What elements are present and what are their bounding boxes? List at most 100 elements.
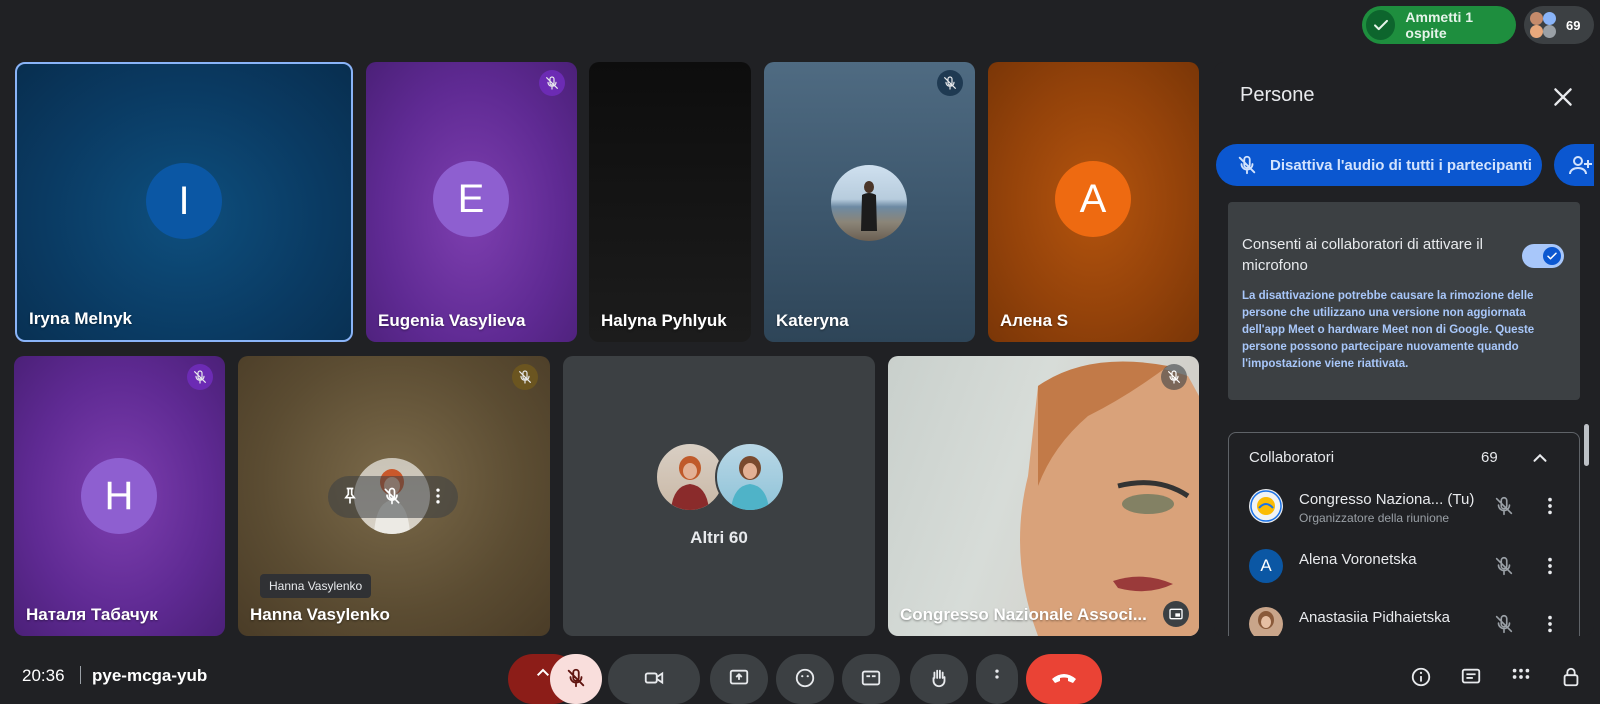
name-tooltip: Hanna Vasylenko [260,574,372,598]
host-controls-icon[interactable] [1560,666,1582,688]
meeting-time: 20:36 [22,666,65,685]
present-screen-button[interactable] [710,654,768,704]
divider [80,666,81,684]
emoji-icon [795,668,815,688]
tooltip-text: Hanna Vasylenko [269,579,363,593]
tile-natalya-tabachuk[interactable]: H Наталя Табачук [14,356,225,636]
chat-icon[interactable] [1460,666,1482,688]
list-item[interactable]: A Alena Voronetska [1249,549,1579,589]
participants-button[interactable]: 69 [1524,6,1594,44]
chevron-up-icon[interactable] [1529,447,1551,469]
others-count-label: Altri 60 [690,528,748,547]
person-role: Organizzatore della riunione [1299,511,1450,525]
avatar: I [146,163,222,239]
participant-name: Halyna Pyhlyuk [601,311,727,330]
avatar-initial: A [1079,176,1107,221]
mic-off-icon[interactable] [1493,555,1515,577]
mic-off-icon[interactable] [1493,613,1515,635]
mute-all-label: Disattiva l'audio di tutti i partecipant… [1270,156,1532,174]
mute-participant-icon[interactable] [382,486,402,506]
more-vert-icon[interactable] [1539,555,1561,577]
person-name: Anastasiia Pidhaietska [1299,609,1450,626]
self-video [888,356,1199,636]
chevron-up-icon [536,668,550,677]
avatar-initial: H [104,473,134,518]
panel-scrollbar[interactable] [1584,424,1589,466]
person-name: Alena Voronetska [1299,551,1417,568]
mic-off-icon [1236,154,1258,176]
tile-hanna-vasylenko[interactable]: Hanna Vasylenko Hanna Vasylenko [238,356,550,636]
videocam-icon [644,671,664,685]
panel-title: Persone [1240,84,1315,106]
section-count: 69 [1481,449,1498,466]
picture-in-picture-icon[interactable] [1163,601,1189,627]
participant-name: Congresso Nazionale Associ... [900,605,1147,624]
activities-icon[interactable] [1510,666,1532,688]
tile-alena-s[interactable]: A Алена S [988,62,1199,342]
muted-icon [187,364,213,390]
tile-halyna-pyhlyuk[interactable]: Halyna Pyhlyuk [589,62,751,342]
participant-name: Kateryna [776,311,849,330]
mute-all-button[interactable]: Disattiva l'audio di tutti i partecipant… [1216,144,1542,186]
avatar [1249,489,1283,523]
person-add-icon [1568,154,1594,176]
call-end-icon [1052,674,1076,683]
tile-hover-controls [328,476,458,518]
list-item[interactable]: Congresso Naziona... (Tu) Organizzatore … [1249,489,1579,529]
avatar: A [1055,161,1131,237]
participant-avatars [1530,12,1556,38]
muted-icon [512,364,538,390]
reactions-button[interactable] [776,654,834,704]
participant-photo [831,165,907,241]
avatar-initial: I [178,178,190,223]
hand-icon [932,669,946,688]
more-vert-icon[interactable] [1539,495,1561,517]
tile-iryna-melnyk[interactable]: I Iryna Melnyk [15,62,353,342]
check-icon [1543,247,1561,265]
meeting-details-icon[interactable] [1410,666,1432,688]
allow-mic-setting-description: La disattivazione potrebbe causare la ri… [1242,290,1535,370]
raise-hand-button[interactable] [910,654,968,704]
participant-name: Eugenia Vasylieva [378,311,526,330]
host-controls-card: Consenti ai collaboratori di attivare il… [1228,202,1580,400]
tile-others[interactable]: Altri 60 [563,356,875,636]
avatar-initial: A [1260,556,1272,575]
close-icon[interactable] [1550,84,1576,110]
admit-guest-label: Ammetti 1 ospite [1405,9,1474,41]
more-vert-icon [995,669,999,679]
tile-congresso-nazionale[interactable]: Congresso Nazionale Associ... [888,356,1199,636]
avatar: H [81,458,157,534]
list-item[interactable]: Anastasiia Pidhaietska [1249,607,1579,636]
more-options-button[interactable] [976,654,1018,704]
muted-icon [937,70,963,96]
pin-icon[interactable] [340,486,360,506]
present-icon [729,669,749,685]
add-people-button[interactable] [1554,144,1594,186]
mic-off-icon[interactable] [1493,495,1515,517]
mic-off-icon [567,668,585,688]
meeting-code: pye-mcga-yub [92,666,208,685]
participant-name: Iryna Melnyk [29,309,132,328]
avatar [1249,607,1283,636]
camera-options-button[interactable] [608,654,700,704]
captions-button[interactable] [842,654,900,704]
avatar: A [1249,549,1283,583]
more-vert-icon[interactable] [1539,613,1561,635]
captions-icon [861,670,881,686]
participant-name: Алена S [1000,311,1069,330]
more-options-icon[interactable] [428,486,448,506]
avatar-initial: E [457,176,485,221]
tile-kateryna[interactable]: Kateryna [764,62,975,342]
participant-name: Hanna Vasylenko [250,605,390,624]
allow-mic-toggle[interactable] [1522,244,1564,268]
tile-eugenia-vasylieva[interactable]: E Eugenia Vasylieva [366,62,577,342]
participant-name: Наталя Табачук [26,605,158,624]
person-name: Congresso Naziona... (Tu) [1299,491,1475,508]
avatar: E [433,161,509,237]
allow-mic-setting-title: Consenti ai collaboratori di attivare il… [1242,236,1483,274]
leave-call-button[interactable] [1026,654,1102,704]
admit-guest-button[interactable]: Ammetti 1 ospite [1362,6,1516,44]
microphone-button[interactable] [550,654,602,704]
participant-photo [715,442,785,512]
section-title: Collaboratori [1249,449,1335,466]
